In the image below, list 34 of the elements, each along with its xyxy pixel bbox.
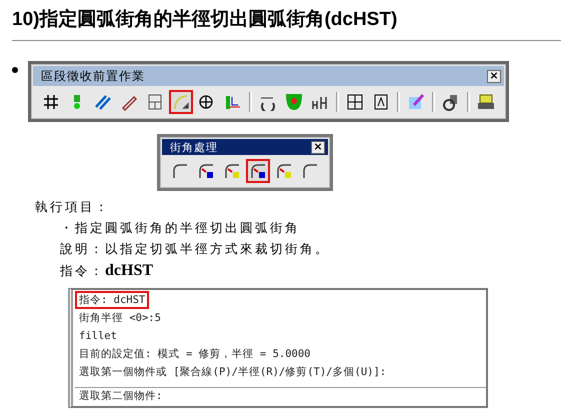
bowl-icon: [285, 93, 303, 111]
toolbar-button[interactable]: [246, 159, 270, 183]
corner-arc-icon: [171, 162, 189, 180]
pencil-icon: [120, 93, 138, 111]
close-button[interactable]: ×: [311, 140, 325, 154]
bullet-icon: [12, 67, 18, 73]
slide-title: 10)指定圓弧街角的半徑切出圓弧街角(dcHST): [12, 8, 398, 32]
parallel-lines-icon: [94, 93, 112, 111]
printer-icon: [477, 93, 495, 111]
close-button[interactable]: ×: [487, 70, 501, 82]
page-icon: [372, 93, 390, 111]
command-label: 指令：: [60, 263, 105, 280]
command-name: dcHST: [105, 262, 154, 280]
bracket-icon: [224, 93, 242, 111]
command-line: 目前的設定值: 模式 = 修剪，半徑 = 5.0000: [78, 347, 312, 362]
toolbar-title: 區段徵收前置作業: [41, 68, 145, 84]
description-text: 說明：以指定切弧半徑方式來裁切街角。: [60, 241, 331, 258]
corner-arc-icon: [301, 162, 319, 180]
command-line: fillet: [78, 329, 118, 344]
brush-icon: [407, 93, 425, 111]
arc-icon: [172, 93, 190, 111]
bullet-text: ・指定圓弧街角的半徑切出圓弧街角: [60, 220, 301, 237]
section-heading: 執行項目：: [35, 199, 111, 216]
command-line: 選取第一個物件或 [聚合線(P)/半徑(R)/修剪(T)/多個(U)]:: [78, 365, 388, 380]
window-grid-icon: [346, 93, 364, 111]
corner-arc-icon: [275, 162, 293, 180]
toolbar-title: 街角處理: [170, 140, 218, 154]
command-prompt[interactable]: 選取第二個物件:: [75, 387, 486, 405]
hash-icon: [42, 93, 60, 111]
corner-arc-icon: [197, 162, 215, 180]
corner-arc-icon: [223, 162, 241, 180]
grid-icon: [146, 93, 164, 111]
command-line: 街角半徑 <0>:5: [78, 311, 162, 326]
corner-arc-icon: [249, 162, 267, 180]
